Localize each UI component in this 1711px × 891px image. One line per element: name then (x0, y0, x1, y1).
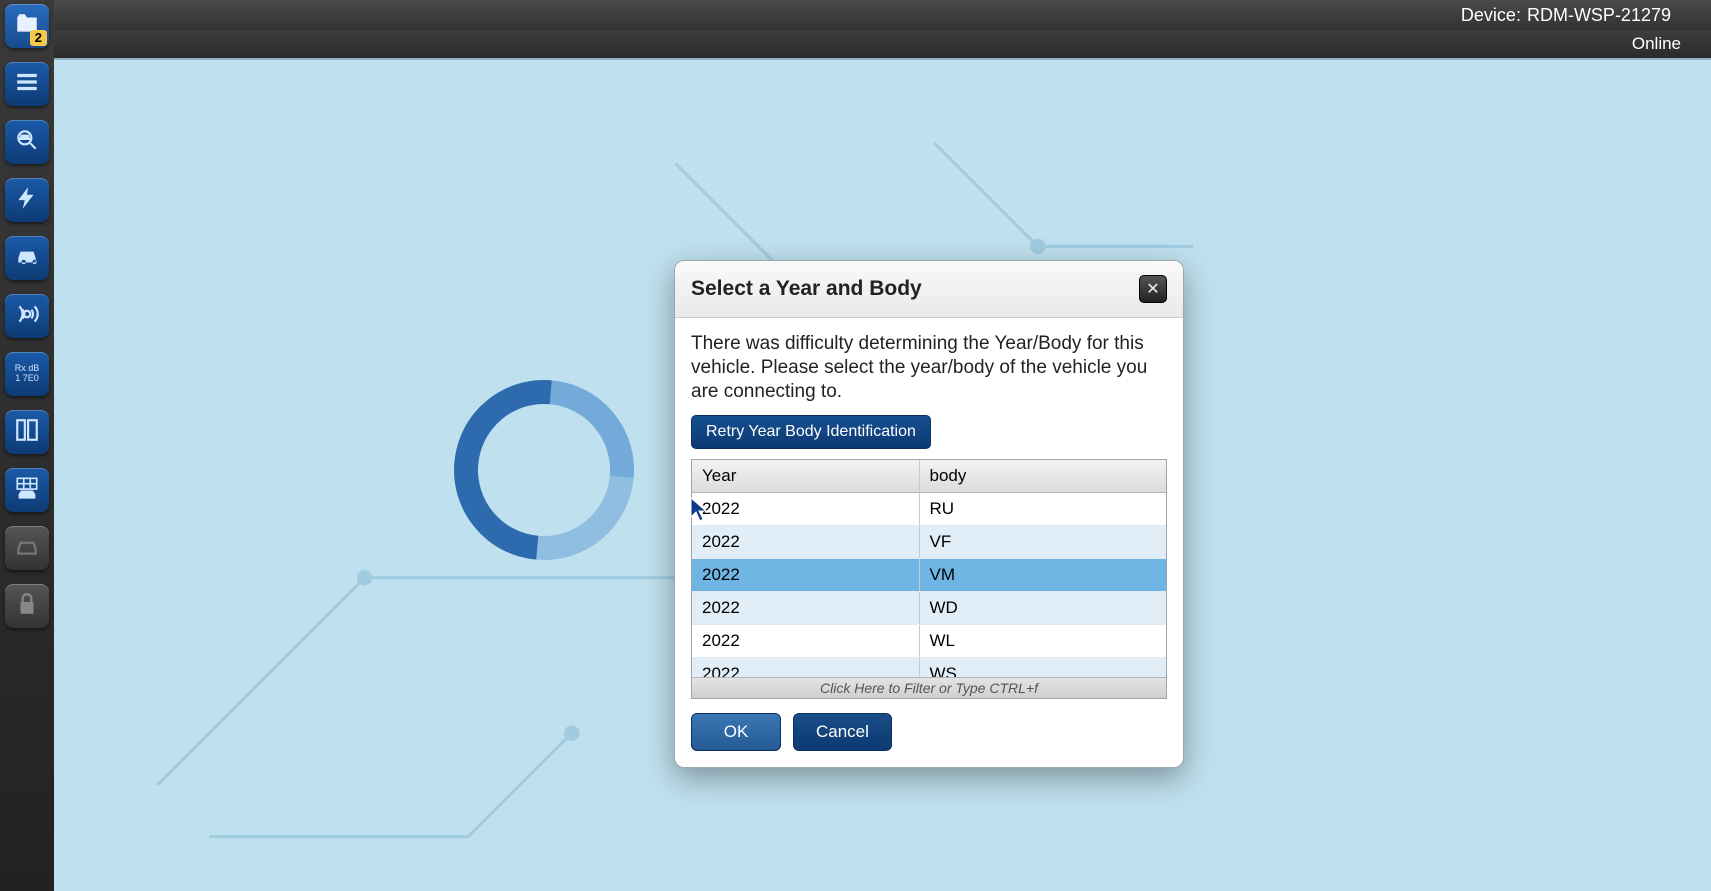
data-traffic-line2: 1 7E0 (15, 374, 39, 384)
retry-identification-button[interactable]: Retry Year Body Identification (691, 415, 931, 449)
grid-car-icon (14, 475, 40, 506)
radar-button[interactable] (5, 294, 49, 338)
table-row[interactable]: 2022VM (692, 559, 1166, 592)
dialog-title: Select a Year and Body (691, 277, 922, 301)
lock-button (5, 584, 49, 628)
column-header-body[interactable]: body (920, 460, 1166, 492)
ok-button[interactable]: OK (691, 713, 781, 751)
vehicle-grid-button[interactable] (5, 468, 49, 512)
cell-body: WD (920, 592, 1166, 624)
cell-year: 2022 (692, 625, 920, 657)
cell-body: WS (920, 658, 1166, 677)
top-bar: Device: RDM-WSP-21279 (0, 0, 1711, 30)
status-bar: Online (0, 30, 1711, 58)
flash-button[interactable] (5, 178, 49, 222)
layout-icon (14, 417, 40, 448)
table-row[interactable]: 2022WS (692, 658, 1166, 677)
table-row[interactable]: 2022WL (692, 625, 1166, 658)
dialog-message: There was difficulty determining the Yea… (691, 332, 1167, 403)
dialog-close-button[interactable]: ✕ (1139, 275, 1167, 303)
left-sidebar: 2 Rx dB 1 7E0 (0, 0, 54, 891)
vehicle-disabled-button (5, 526, 49, 570)
year-body-table: Year body 2022RU2022VF2022VM2022WD2022WL… (691, 459, 1167, 699)
lightning-icon (14, 185, 40, 216)
data-traffic-button[interactable]: Rx dB 1 7E0 (5, 352, 49, 396)
cancel-button[interactable]: Cancel (793, 713, 892, 751)
magnify-car-icon (14, 127, 40, 158)
vehicle-button[interactable] (5, 236, 49, 280)
table-row[interactable]: 2022RU (692, 493, 1166, 526)
device-label: Device: (1461, 5, 1521, 26)
car-outline-icon (14, 533, 40, 564)
dialog-footer: OK Cancel (691, 713, 1167, 751)
inbox-button[interactable]: 2 (5, 4, 49, 48)
cell-year: 2022 (692, 658, 920, 677)
cell-year: 2022 (692, 493, 920, 525)
table-row[interactable]: 2022VF (692, 526, 1166, 559)
cell-body: VM (920, 559, 1166, 591)
cell-body: RU (920, 493, 1166, 525)
cell-year: 2022 (692, 592, 920, 624)
menu-button[interactable] (5, 62, 49, 106)
menu-icon (14, 69, 40, 100)
table-header: Year body (692, 460, 1166, 493)
year-body-dialog: Select a Year and Body ✕ There was diffi… (674, 260, 1184, 768)
table-body[interactable]: 2022RU2022VF2022VM2022WD2022WL2022WS (692, 493, 1166, 677)
cell-year: 2022 (692, 559, 920, 591)
dialog-body: There was difficulty determining the Yea… (675, 318, 1183, 767)
vehicle-scan-button[interactable] (5, 120, 49, 164)
lock-icon (14, 591, 40, 622)
car-icon (14, 243, 40, 274)
device-value: RDM-WSP-21279 (1527, 5, 1671, 26)
cell-body: WL (920, 625, 1166, 657)
cell-body: VF (920, 526, 1166, 558)
inbox-count-badge: 2 (30, 30, 47, 46)
connection-status: Online (1632, 34, 1681, 54)
column-header-year[interactable]: Year (692, 460, 920, 492)
radar-icon (14, 301, 40, 332)
dialog-titlebar: Select a Year and Body ✕ (675, 261, 1183, 318)
filter-bar[interactable]: Click Here to Filter or Type CTRL+f (692, 677, 1166, 698)
table-row[interactable]: 2022WD (692, 592, 1166, 625)
cell-year: 2022 (692, 526, 920, 558)
workspace: Select a Year and Body ✕ There was diffi… (54, 58, 1711, 891)
layout-button[interactable] (5, 410, 49, 454)
close-icon: ✕ (1146, 279, 1159, 299)
